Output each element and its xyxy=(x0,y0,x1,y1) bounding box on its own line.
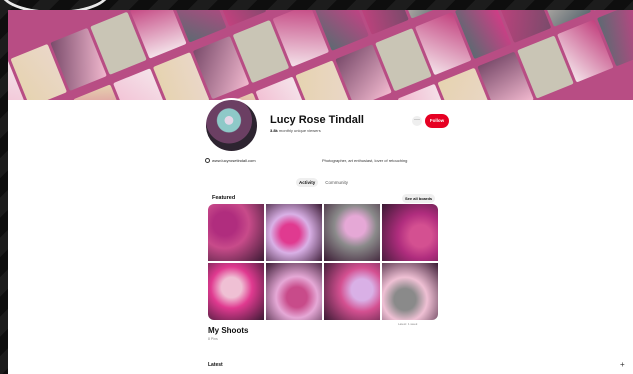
board-title[interactable]: My Shoots xyxy=(208,326,248,335)
more-options-button[interactable]: ··· xyxy=(412,116,422,126)
profile-tabs: Activity Community xyxy=(296,178,351,187)
board-image xyxy=(208,204,264,261)
board-image xyxy=(382,263,438,320)
board-preview[interactable] xyxy=(208,204,438,320)
board-image xyxy=(266,263,322,320)
website-link[interactable]: www.lucyrosetindall.com xyxy=(205,158,256,163)
profile-name: Lucy Rose Tindall xyxy=(270,114,364,126)
viewers-count: 3.8k monthly unique viewers xyxy=(270,128,321,133)
board-image xyxy=(208,263,264,320)
board-date: Latest: 1 week xyxy=(398,322,418,326)
avatar[interactable] xyxy=(204,98,259,153)
board-pin-count: 8 Pins xyxy=(208,337,218,341)
profile-bio: Photographer, art enthusiast, lover of r… xyxy=(322,158,408,163)
profile-page: Lucy Rose Tindall 3.8k monthly unique vi… xyxy=(8,10,633,374)
globe-icon xyxy=(205,158,210,163)
latest-heading: Latest xyxy=(208,362,223,368)
viewers-number: 3.8k xyxy=(270,128,278,133)
tab-community[interactable]: Community xyxy=(322,178,351,187)
board-image xyxy=(324,204,380,261)
plus-icon[interactable]: + xyxy=(620,360,625,369)
see-all-boards-button[interactable]: See all boards xyxy=(402,194,436,203)
board-image xyxy=(266,204,322,261)
viewers-label: monthly unique viewers xyxy=(278,128,321,133)
featured-heading: Featured xyxy=(212,195,236,201)
board-image xyxy=(324,263,380,320)
tab-activity[interactable]: Activity xyxy=(296,178,319,187)
board-image xyxy=(382,204,438,261)
cover-collage xyxy=(8,10,633,100)
website-text: www.lucyrosetindall.com xyxy=(212,158,256,163)
cover-image xyxy=(8,10,633,100)
follow-button[interactable]: Follow xyxy=(425,114,449,128)
